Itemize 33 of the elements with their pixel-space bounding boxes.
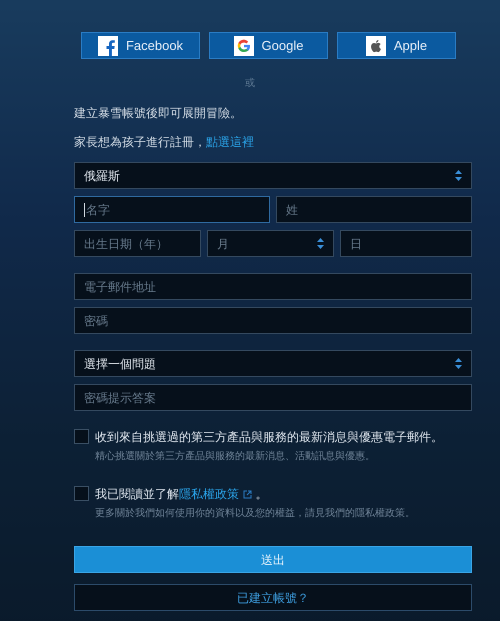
apple-logo-icon	[366, 36, 386, 56]
external-link-icon	[243, 490, 252, 498]
sort-arrows-icon	[455, 170, 462, 181]
intro-text: 建立暴雪帳號後即可展開冒險。	[74, 105, 243, 122]
sort-arrows-icon	[455, 358, 462, 369]
separator-text: 或	[245, 76, 255, 91]
existing-account-button[interactable]: 已建立帳號？	[74, 584, 472, 611]
input-field[interactable]: 電子郵件地址	[74, 273, 472, 300]
dropdown-field[interactable]: 俄羅斯	[74, 162, 472, 189]
checkbox[interactable]	[74, 486, 89, 501]
input-field[interactable]: 日	[340, 230, 472, 257]
facebook-logo-icon	[98, 36, 118, 56]
input-field[interactable]: 姓	[276, 196, 472, 223]
dropdown-field[interactable]: 月	[207, 230, 334, 257]
apple-button[interactable]: Apple	[337, 32, 456, 59]
checkbox[interactable]	[74, 429, 89, 444]
facebook-button[interactable]: Facebook	[81, 32, 200, 59]
sort-arrows-icon	[317, 238, 324, 249]
click-here-link[interactable]: 點選這裡	[206, 135, 254, 149]
checkbox-description: 精心挑選關於第三方產品與服務的最新消息、活動訊息與優惠。	[95, 450, 376, 464]
input-field[interactable]: 密碼	[74, 307, 472, 334]
google-logo-icon	[234, 36, 254, 56]
google-button[interactable]: Google	[209, 32, 328, 59]
input-field[interactable]: 名字	[74, 196, 270, 223]
input-field[interactable]: 出生日期（年）	[74, 230, 201, 257]
checkbox-description: 更多關於我們如何使用你的資料以及您的權益，請見我們的隱私權政策。	[95, 506, 415, 521]
submit-button[interactable]: 送出	[74, 546, 472, 573]
checkbox-label: 我已閱讀並了解隱私權政策 。	[95, 485, 268, 503]
dropdown-field[interactable]: 選擇一個問題	[74, 350, 472, 377]
checkbox-label: 收到來自挑選過的第三方產品與服務的最新消息與優惠電子郵件。	[95, 429, 443, 446]
parent-note: 家長想為孩子進行註冊，點選這裡	[74, 134, 255, 151]
input-field[interactable]: 密碼提示答案	[74, 384, 472, 411]
privacy-policy-link[interactable]: 隱私權政策	[179, 485, 252, 503]
